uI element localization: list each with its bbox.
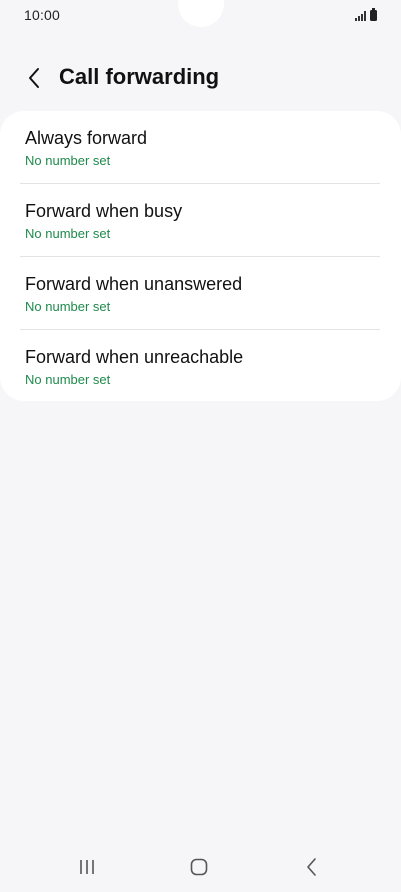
option-forward-when-busy[interactable]: Forward when busy No number set (0, 184, 401, 256)
navigation-bar (0, 850, 401, 884)
option-title: Forward when busy (25, 201, 183, 221)
option-subtitle: No number set (25, 372, 111, 387)
forwarding-options-list: Always forward No number set Forward whe… (0, 111, 401, 401)
option-subtitle: No number set (25, 226, 111, 241)
recent-apps-button[interactable] (67, 850, 107, 884)
option-title: Forward when unanswered (25, 274, 243, 294)
back-icon (307, 858, 316, 876)
option-subtitle: No number set (25, 299, 111, 314)
home-button[interactable] (179, 850, 219, 884)
recent-apps-icon (80, 860, 94, 874)
battery-icon (370, 8, 377, 21)
option-title: Forward when unreachable (25, 347, 244, 367)
signal-icon (355, 11, 366, 21)
back-button[interactable] (18, 62, 50, 94)
option-title: Always forward (25, 128, 148, 148)
camera-notch (178, 0, 224, 27)
option-forward-when-unreachable[interactable]: Forward when unreachable No number set (0, 330, 401, 402)
home-icon (190, 858, 208, 876)
chevron-left-icon (29, 68, 39, 88)
status-icons (355, 8, 377, 21)
option-subtitle: No number set (25, 153, 111, 168)
app-header: Call forwarding (0, 58, 401, 98)
option-forward-when-unanswered[interactable]: Forward when unanswered No number set (0, 257, 401, 329)
option-always-forward[interactable]: Always forward No number set (0, 111, 401, 183)
page-title: Call forwarding (59, 64, 220, 89)
status-time: 10:00 (24, 7, 61, 23)
status-bar: 10:00 (0, 0, 401, 32)
nav-back-button[interactable] (291, 850, 331, 884)
